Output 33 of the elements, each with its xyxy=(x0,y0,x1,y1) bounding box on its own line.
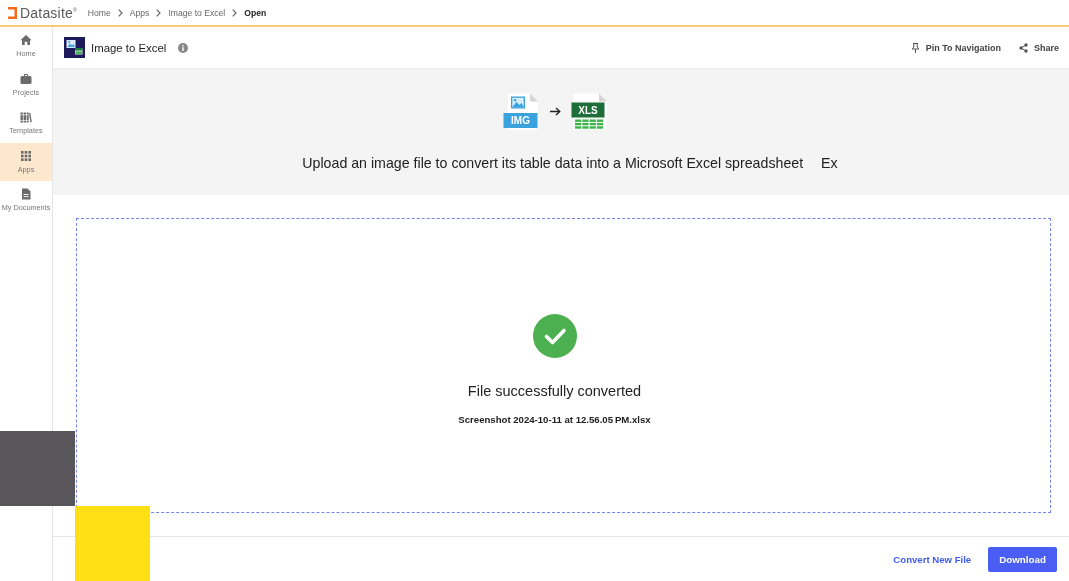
grid-icon xyxy=(20,149,32,162)
file-type-label: IMG xyxy=(510,115,530,126)
chevron-icon xyxy=(117,8,123,17)
document-icon xyxy=(20,188,32,200)
share-icon xyxy=(1019,42,1028,53)
app-title: Image to Excel xyxy=(91,41,167,54)
image-file-icon xyxy=(503,93,538,130)
app-logo-icon xyxy=(64,37,85,58)
briefcase-icon xyxy=(20,72,32,85)
hero-heading: Upload an image file to convert its table data into a Microsoft Excel spreadsheet xyxy=(302,155,804,171)
books-icon xyxy=(20,111,32,123)
download-button[interactable]: Download xyxy=(988,546,1057,572)
chevron-icon xyxy=(156,8,162,17)
file-type-label: XLS xyxy=(577,104,598,116)
pin-icon xyxy=(910,42,920,53)
success-message: File successfully converted xyxy=(467,383,642,399)
breadcrumb-link[interactable]: Open xyxy=(244,7,267,18)
home-icon xyxy=(20,34,32,46)
success-check-icon xyxy=(532,314,577,358)
breadcrumb-link[interactable]: Apps xyxy=(129,7,150,18)
chevron-icon xyxy=(232,8,238,17)
bracket-logo-icon xyxy=(8,6,17,19)
spreadsheet-file-icon xyxy=(571,93,607,130)
pin-button[interactable]: Pin To Navigation xyxy=(910,42,1001,53)
hero-heading-repeat: Ex xyxy=(821,155,838,171)
convert-new-file-link[interactable]: Convert New File xyxy=(893,553,972,565)
breadcrumb-link[interactable]: Home xyxy=(87,7,111,18)
share-button[interactable]: Share xyxy=(1019,42,1059,53)
arrow-icon xyxy=(549,107,561,116)
breadcrumb-link[interactable]: Image to Excel xyxy=(168,7,226,18)
file-name: Screenshot 2024-10-11 at 12.56.05 PM.xlsx xyxy=(458,414,651,425)
info-icon[interactable] xyxy=(178,42,189,53)
brand-name: Datasite$^{®}$ xyxy=(20,4,77,21)
